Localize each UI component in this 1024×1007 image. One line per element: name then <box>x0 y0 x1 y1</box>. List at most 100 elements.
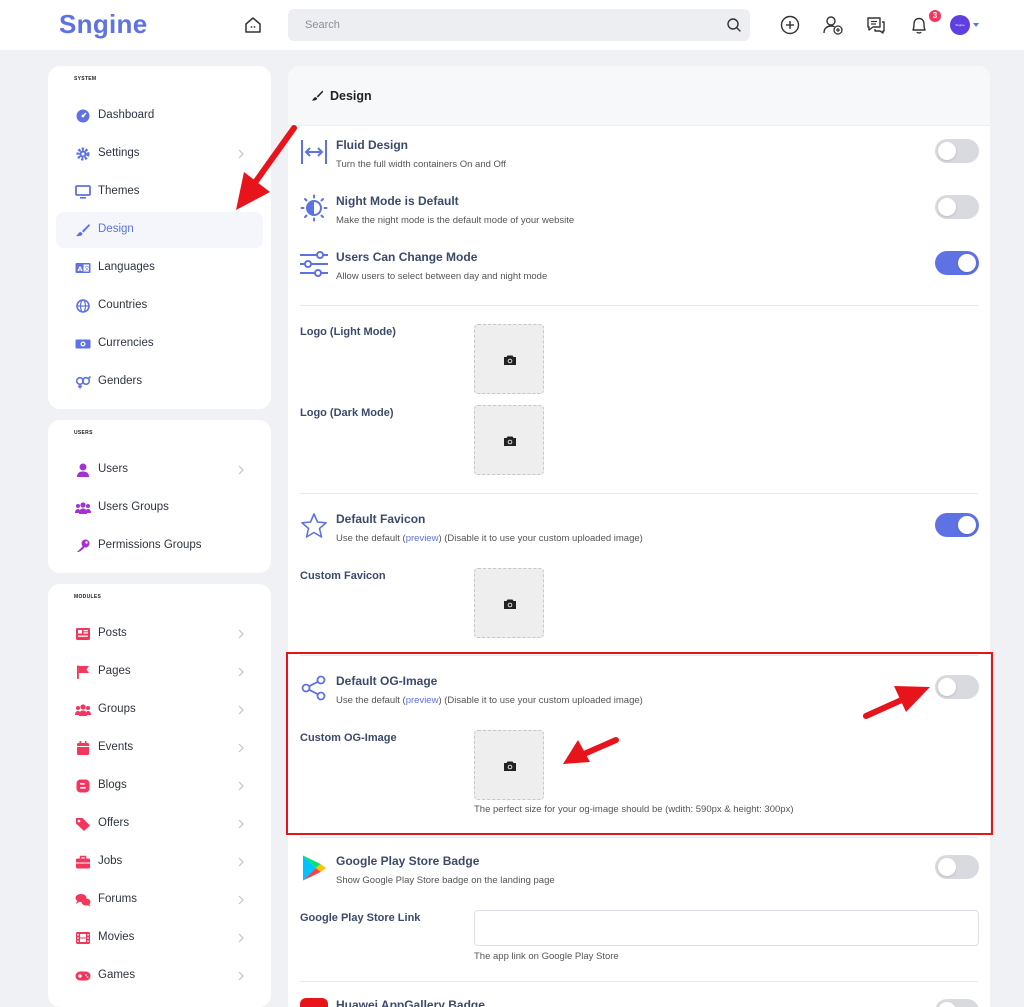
card-header: Design <box>288 66 990 126</box>
sidebar-item-offers[interactable]: Offers <box>56 806 263 842</box>
home-icon[interactable] <box>243 15 263 35</box>
sidebar-item-events[interactable]: Events <box>56 730 263 766</box>
default-favicon-toggle[interactable] <box>935 513 979 537</box>
sidebar-item-movies[interactable]: Movies <box>56 920 263 956</box>
sidebar-item-countries[interactable]: Countries <box>56 288 263 324</box>
night-mode-toggle[interactable] <box>935 195 979 219</box>
fluid-design-description: Turn the full width containers On and Of… <box>336 159 507 170</box>
sidebar-item-games[interactable]: Games <box>56 958 263 994</box>
sidebar-item-languages[interactable]: A文 Languages <box>56 250 263 286</box>
sidebar-item-jobs[interactable]: Jobs <box>56 844 263 880</box>
design-settings-card: Design Fluid Design Turn the full width … <box>288 66 990 1007</box>
logo-dark-label: Logo (Dark Mode) <box>300 407 394 419</box>
top-navbar: Sngine 3 Sngine <box>0 0 1024 50</box>
app-logo[interactable]: Sngine <box>59 9 147 40</box>
camera-icon <box>504 355 516 365</box>
highlight-frame <box>286 652 993 835</box>
sidebar-item-currencies[interactable]: Currencies <box>56 326 263 362</box>
chevron-down-icon[interactable] <box>973 23 979 27</box>
sidebar-item-label: Users Groups <box>98 501 169 513</box>
svg-text:A: A <box>78 265 83 273</box>
sidebar-item-label: Genders <box>98 375 143 387</box>
sidebar-item-label: Movies <box>98 931 135 943</box>
add-friend-icon[interactable] <box>822 14 844 36</box>
sidebar-item-label: Currencies <box>98 337 154 349</box>
google-play-link-hint: The app link on Google Play Store <box>474 951 619 962</box>
sidebar-item-label: Games <box>98 969 136 981</box>
calendar-icon <box>77 741 89 755</box>
night-mode-description: Make the night mode is the default mode … <box>336 215 575 226</box>
sidebar-item-users-groups[interactable]: Users Groups <box>56 490 263 526</box>
sidebar-item-label: Blogs <box>98 779 127 791</box>
comments-icon <box>75 894 91 907</box>
sliders-icon <box>300 251 328 277</box>
google-play-icon <box>303 855 326 881</box>
sidebar-item-label: Forums <box>98 893 137 905</box>
svg-text:文: 文 <box>84 265 90 273</box>
sidebar-item-label: Settings <box>98 147 140 159</box>
star-icon <box>301 513 327 538</box>
search-input[interactable] <box>288 9 750 41</box>
briefcase-icon <box>76 855 90 869</box>
gear-icon <box>76 147 90 161</box>
avatar[interactable]: Sngine <box>950 15 970 35</box>
sidebar-item-blogs[interactable]: Blogs <box>56 768 263 804</box>
sidebar-item-label: Events <box>98 741 134 753</box>
film-icon <box>76 932 90 944</box>
huawei-badge-toggle[interactable] <box>935 999 979 1007</box>
sidebar-item-label: Users <box>98 463 129 475</box>
fluid-design-toggle[interactable] <box>935 139 979 163</box>
dashboard-icon <box>76 109 90 123</box>
default-favicon-description: Use the default (preview) (Disable it to… <box>336 533 643 544</box>
sidebar-heading-system: SYSTEM <box>74 76 97 82</box>
camera-icon <box>504 436 516 446</box>
globe-icon <box>76 299 90 313</box>
chevron-right-icon <box>238 465 244 475</box>
sidebar-item-label: Pages <box>98 665 131 677</box>
chevron-right-icon <box>238 667 244 677</box>
sidebar-item-label: Posts <box>98 627 127 639</box>
sidebar-item-label: Themes <box>98 185 140 197</box>
logo-dark-uploader[interactable] <box>474 405 544 475</box>
custom-favicon-uploader[interactable] <box>474 568 544 638</box>
users-group-icon <box>75 502 91 514</box>
chevron-right-icon <box>238 743 244 753</box>
sidebar-item-label: Countries <box>98 299 148 311</box>
favicon-preview-link[interactable]: preview <box>406 533 439 544</box>
logo-light-label: Logo (Light Mode) <box>300 326 396 338</box>
monitor-icon <box>75 185 91 199</box>
google-play-badge-toggle[interactable] <box>935 855 979 879</box>
sidebar-item-pages[interactable]: Pages <box>56 654 263 690</box>
annotation-arrow-icon <box>563 737 619 764</box>
google-play-link-input[interactable] <box>474 910 979 946</box>
chevron-right-icon <box>238 781 244 791</box>
search-icon[interactable] <box>726 17 742 33</box>
sidebar-item-forums[interactable]: Forums <box>56 882 263 918</box>
paintbrush-icon <box>311 90 324 101</box>
sidebar-item-design[interactable]: Design <box>56 212 263 248</box>
sidebar-item-posts[interactable]: Posts <box>56 616 263 652</box>
gender-icon <box>75 375 91 389</box>
sidebar-item-permissions-groups[interactable]: Permissions Groups <box>56 528 263 564</box>
logo-light-uploader[interactable] <box>474 324 544 394</box>
language-icon: A文 <box>75 263 91 273</box>
section-divider <box>300 981 978 982</box>
flag-icon <box>77 665 89 679</box>
bell-icon[interactable] <box>908 14 930 36</box>
users-change-mode-toggle[interactable] <box>935 251 979 275</box>
sidebar-item-label: Groups <box>98 703 136 715</box>
night-mode-title: Night Mode is Default <box>336 194 459 208</box>
sidebar-item-groups[interactable]: Groups <box>56 692 263 728</box>
add-circle-icon[interactable] <box>779 14 801 36</box>
chevron-right-icon <box>238 895 244 905</box>
google-play-link-label: Google Play Store Link <box>300 912 421 924</box>
sidebar-system-card: SYSTEM Dashboard Settings Themes Design … <box>48 66 271 409</box>
night-mode-icon <box>300 194 328 222</box>
messages-icon[interactable] <box>865 14 887 36</box>
sidebar-item-genders[interactable]: Genders <box>56 364 263 400</box>
sidebar-item-users[interactable]: Users <box>56 452 263 488</box>
sidebar-item-label: Dashboard <box>98 109 155 121</box>
fluid-design-title: Fluid Design <box>336 138 408 152</box>
key-icon <box>77 539 90 552</box>
paintbrush-icon <box>76 224 90 237</box>
